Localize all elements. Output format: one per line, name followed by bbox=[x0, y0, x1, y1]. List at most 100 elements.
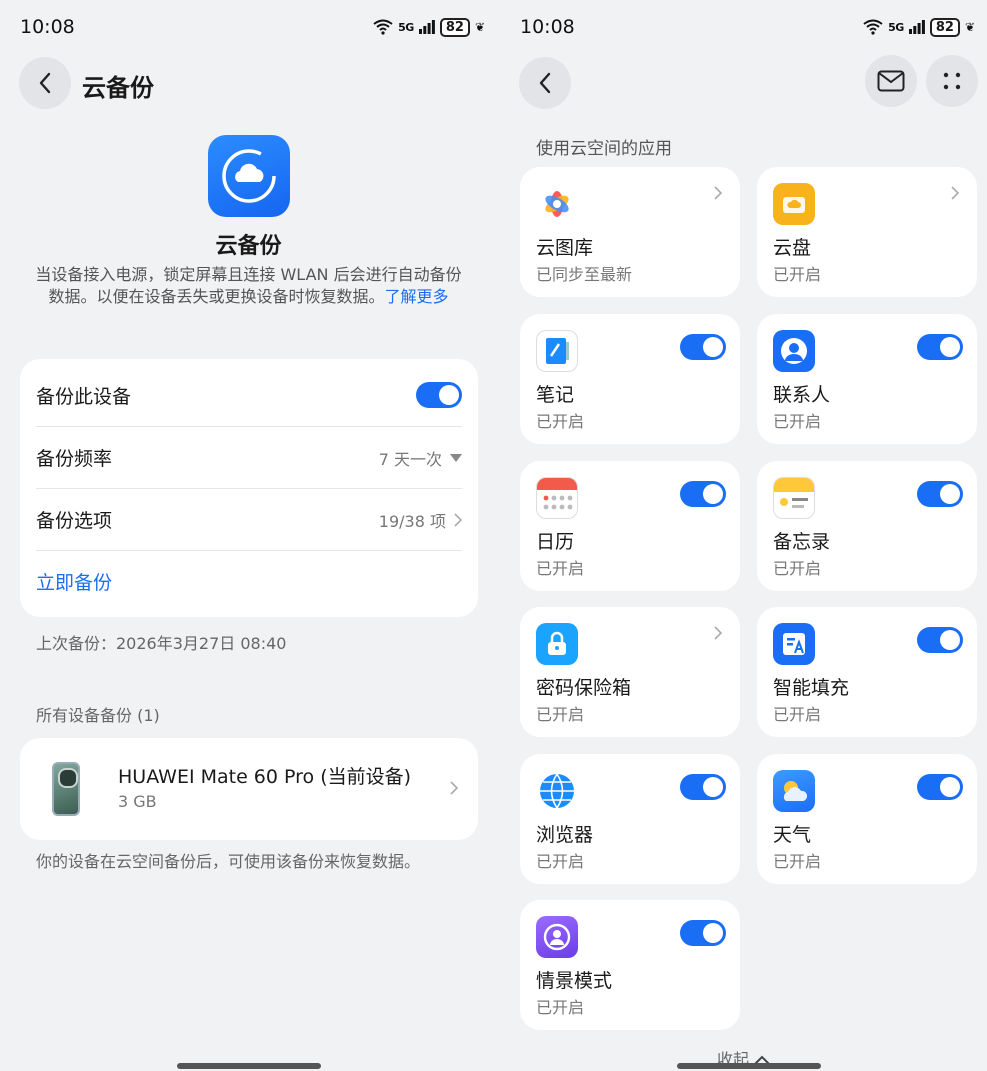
scene-mode-icon bbox=[536, 916, 578, 958]
eco-leaf-icon: ❦ bbox=[474, 20, 485, 34]
network-type: 5G bbox=[888, 20, 904, 34]
app-status: 已开启 bbox=[773, 265, 822, 284]
app-name: 日历 bbox=[536, 531, 575, 553]
app-card[interactable]: 云图库 已同步至最新 bbox=[520, 167, 740, 297]
app-sync-toggle[interactable] bbox=[680, 481, 726, 507]
frequency-value-text: 7 天一次 bbox=[378, 449, 442, 469]
battery-level: 82 bbox=[929, 17, 960, 37]
backup-device-row[interactable]: 备份此设备 bbox=[36, 364, 462, 426]
chevron-right-icon bbox=[450, 781, 458, 795]
app-status: 已开启 bbox=[536, 705, 585, 724]
app-status: 已开启 bbox=[773, 852, 822, 871]
back-arrow-icon bbox=[39, 72, 51, 94]
cloud-backup-screen: 10:08 5G 82 ❦ 云备份 云备份 当设备接入电源，锁定屏幕且连接 WL… bbox=[0, 0, 497, 1071]
more-dots-icon bbox=[943, 72, 961, 90]
chevron-right-icon bbox=[454, 512, 462, 527]
app-name: 浏览器 bbox=[536, 824, 594, 846]
status-time: 10:08 bbox=[520, 16, 575, 38]
contacts-icon bbox=[773, 330, 815, 372]
options-value-text: 19/38 项 bbox=[378, 511, 446, 531]
device-backup-size: 3 GB bbox=[118, 792, 157, 811]
notes-icon bbox=[536, 330, 578, 372]
app-sync-toggle[interactable] bbox=[680, 334, 726, 360]
backup-options-value: 19/38 项 bbox=[379, 508, 462, 532]
backup-frequency-value: 7 天一次 bbox=[379, 446, 462, 470]
app-card[interactable]: 联系人 已开启 bbox=[757, 314, 977, 444]
app-sync-toggle[interactable] bbox=[917, 627, 963, 653]
app-name: 情景模式 bbox=[536, 970, 613, 992]
app-card[interactable]: 备忘录 已开启 bbox=[757, 461, 977, 591]
home-indicator[interactable] bbox=[677, 1063, 821, 1069]
app-card[interactable]: 天气 已开启 bbox=[757, 754, 977, 884]
section-title: 使用云空间的应用 bbox=[536, 139, 672, 159]
app-status: 已开启 bbox=[773, 705, 822, 724]
calendar-icon bbox=[536, 477, 578, 519]
device-backup-item[interactable]: HUAWEI Mate 60 Pro (当前设备) 3 GB bbox=[20, 738, 478, 840]
app-sync-toggle[interactable] bbox=[680, 920, 726, 946]
app-name: 云盘 bbox=[773, 237, 812, 259]
app-card[interactable]: 日历 已开启 bbox=[520, 461, 740, 591]
backup-frequency-row[interactable]: 备份频率 7 天一次 bbox=[36, 426, 462, 488]
app-status: 已同步至最新 bbox=[536, 265, 633, 284]
network-type: 5G bbox=[398, 20, 414, 34]
cloud-apps-screen: 10:08 5G 82 ❦ 使用云空间的应用 云图库 已同步至最新 云盘 已开启 笔记已… bbox=[500, 0, 987, 1071]
memo-icon bbox=[773, 477, 815, 519]
app-sync-toggle[interactable] bbox=[917, 334, 963, 360]
app-card[interactable]: 智能填充 已开启 bbox=[757, 607, 977, 737]
all-devices-title: 所有设备备份 (1) bbox=[36, 706, 160, 725]
dropdown-triangle-icon bbox=[450, 453, 462, 462]
app-card[interactable]: 云盘 已开启 bbox=[757, 167, 977, 297]
app-card[interactable]: 浏览器 已开启 bbox=[520, 754, 740, 884]
status-time: 10:08 bbox=[20, 16, 75, 38]
last-backup-text: 上次备份：2026年3月27日 08:40 bbox=[36, 634, 287, 653]
app-sync-toggle[interactable] bbox=[680, 774, 726, 800]
app-name: 密码保险箱 bbox=[536, 677, 632, 699]
gallery-icon bbox=[536, 183, 578, 225]
backup-device-label: 备份此设备 bbox=[36, 385, 132, 408]
back-button[interactable] bbox=[519, 57, 571, 109]
status-bar: 10:08 5G 82 ❦ bbox=[520, 12, 975, 42]
page-title: 云备份 bbox=[82, 74, 154, 102]
app-card[interactable]: 密码保险箱 已开启 bbox=[520, 607, 740, 737]
backup-options-row[interactable]: 备份选项 19/38 项 bbox=[36, 488, 462, 550]
backup-now-button[interactable]: 立即备份 bbox=[36, 568, 112, 595]
backup-frequency-label: 备份频率 bbox=[36, 448, 113, 470]
app-status: 已开启 bbox=[536, 412, 585, 431]
app-card[interactable]: 笔记 已开启 bbox=[520, 314, 740, 444]
app-name: 云备份 bbox=[215, 234, 282, 259]
app-status: 已开启 bbox=[536, 998, 585, 1017]
mail-button[interactable] bbox=[865, 55, 917, 107]
footer-note: 你的设备在云空间备份后，可使用该备份来恢复数据。 bbox=[36, 852, 421, 871]
home-indicator[interactable] bbox=[177, 1063, 321, 1069]
status-bar: 10:08 5G 82 ❦ bbox=[20, 12, 485, 42]
app-name: 天气 bbox=[773, 824, 812, 846]
back-arrow-icon bbox=[539, 72, 551, 94]
app-status: 已开启 bbox=[773, 559, 822, 578]
learn-more-link[interactable]: 了解更多 bbox=[385, 287, 449, 306]
backup-settings-card: 备份此设备 备份频率 7 天一次 备份选项 19/38 项 立即备份 bbox=[20, 359, 478, 617]
chevron-right-icon bbox=[714, 625, 723, 644]
app-name: 智能填充 bbox=[773, 677, 850, 699]
app-card[interactable]: 情景模式 已开启 bbox=[520, 900, 740, 1030]
chevron-right-icon bbox=[951, 185, 960, 204]
app-name: 联系人 bbox=[773, 384, 831, 406]
more-button[interactable] bbox=[926, 55, 978, 107]
app-sync-toggle[interactable] bbox=[917, 774, 963, 800]
backup-device-toggle[interactable] bbox=[416, 382, 462, 408]
cloud-drive-icon bbox=[773, 183, 815, 225]
app-name: 备忘录 bbox=[773, 531, 831, 553]
eco-leaf-icon: ❦ bbox=[964, 20, 975, 34]
browser-icon bbox=[536, 770, 578, 812]
autofill-icon bbox=[773, 623, 815, 665]
back-button[interactable] bbox=[19, 57, 71, 109]
app-status: 已开启 bbox=[536, 559, 585, 578]
status-icons: 5G 82 ❦ bbox=[373, 17, 485, 37]
mail-icon bbox=[877, 70, 905, 92]
app-name: 云图库 bbox=[536, 237, 594, 259]
battery-level: 82 bbox=[439, 17, 470, 37]
app-sync-toggle[interactable] bbox=[917, 481, 963, 507]
weather-icon bbox=[773, 770, 815, 812]
backup-options-label: 备份选项 bbox=[36, 510, 113, 532]
backup-now-row[interactable]: 立即备份 bbox=[36, 550, 462, 612]
device-name: HUAWEI Mate 60 Pro (当前设备) bbox=[118, 766, 412, 788]
